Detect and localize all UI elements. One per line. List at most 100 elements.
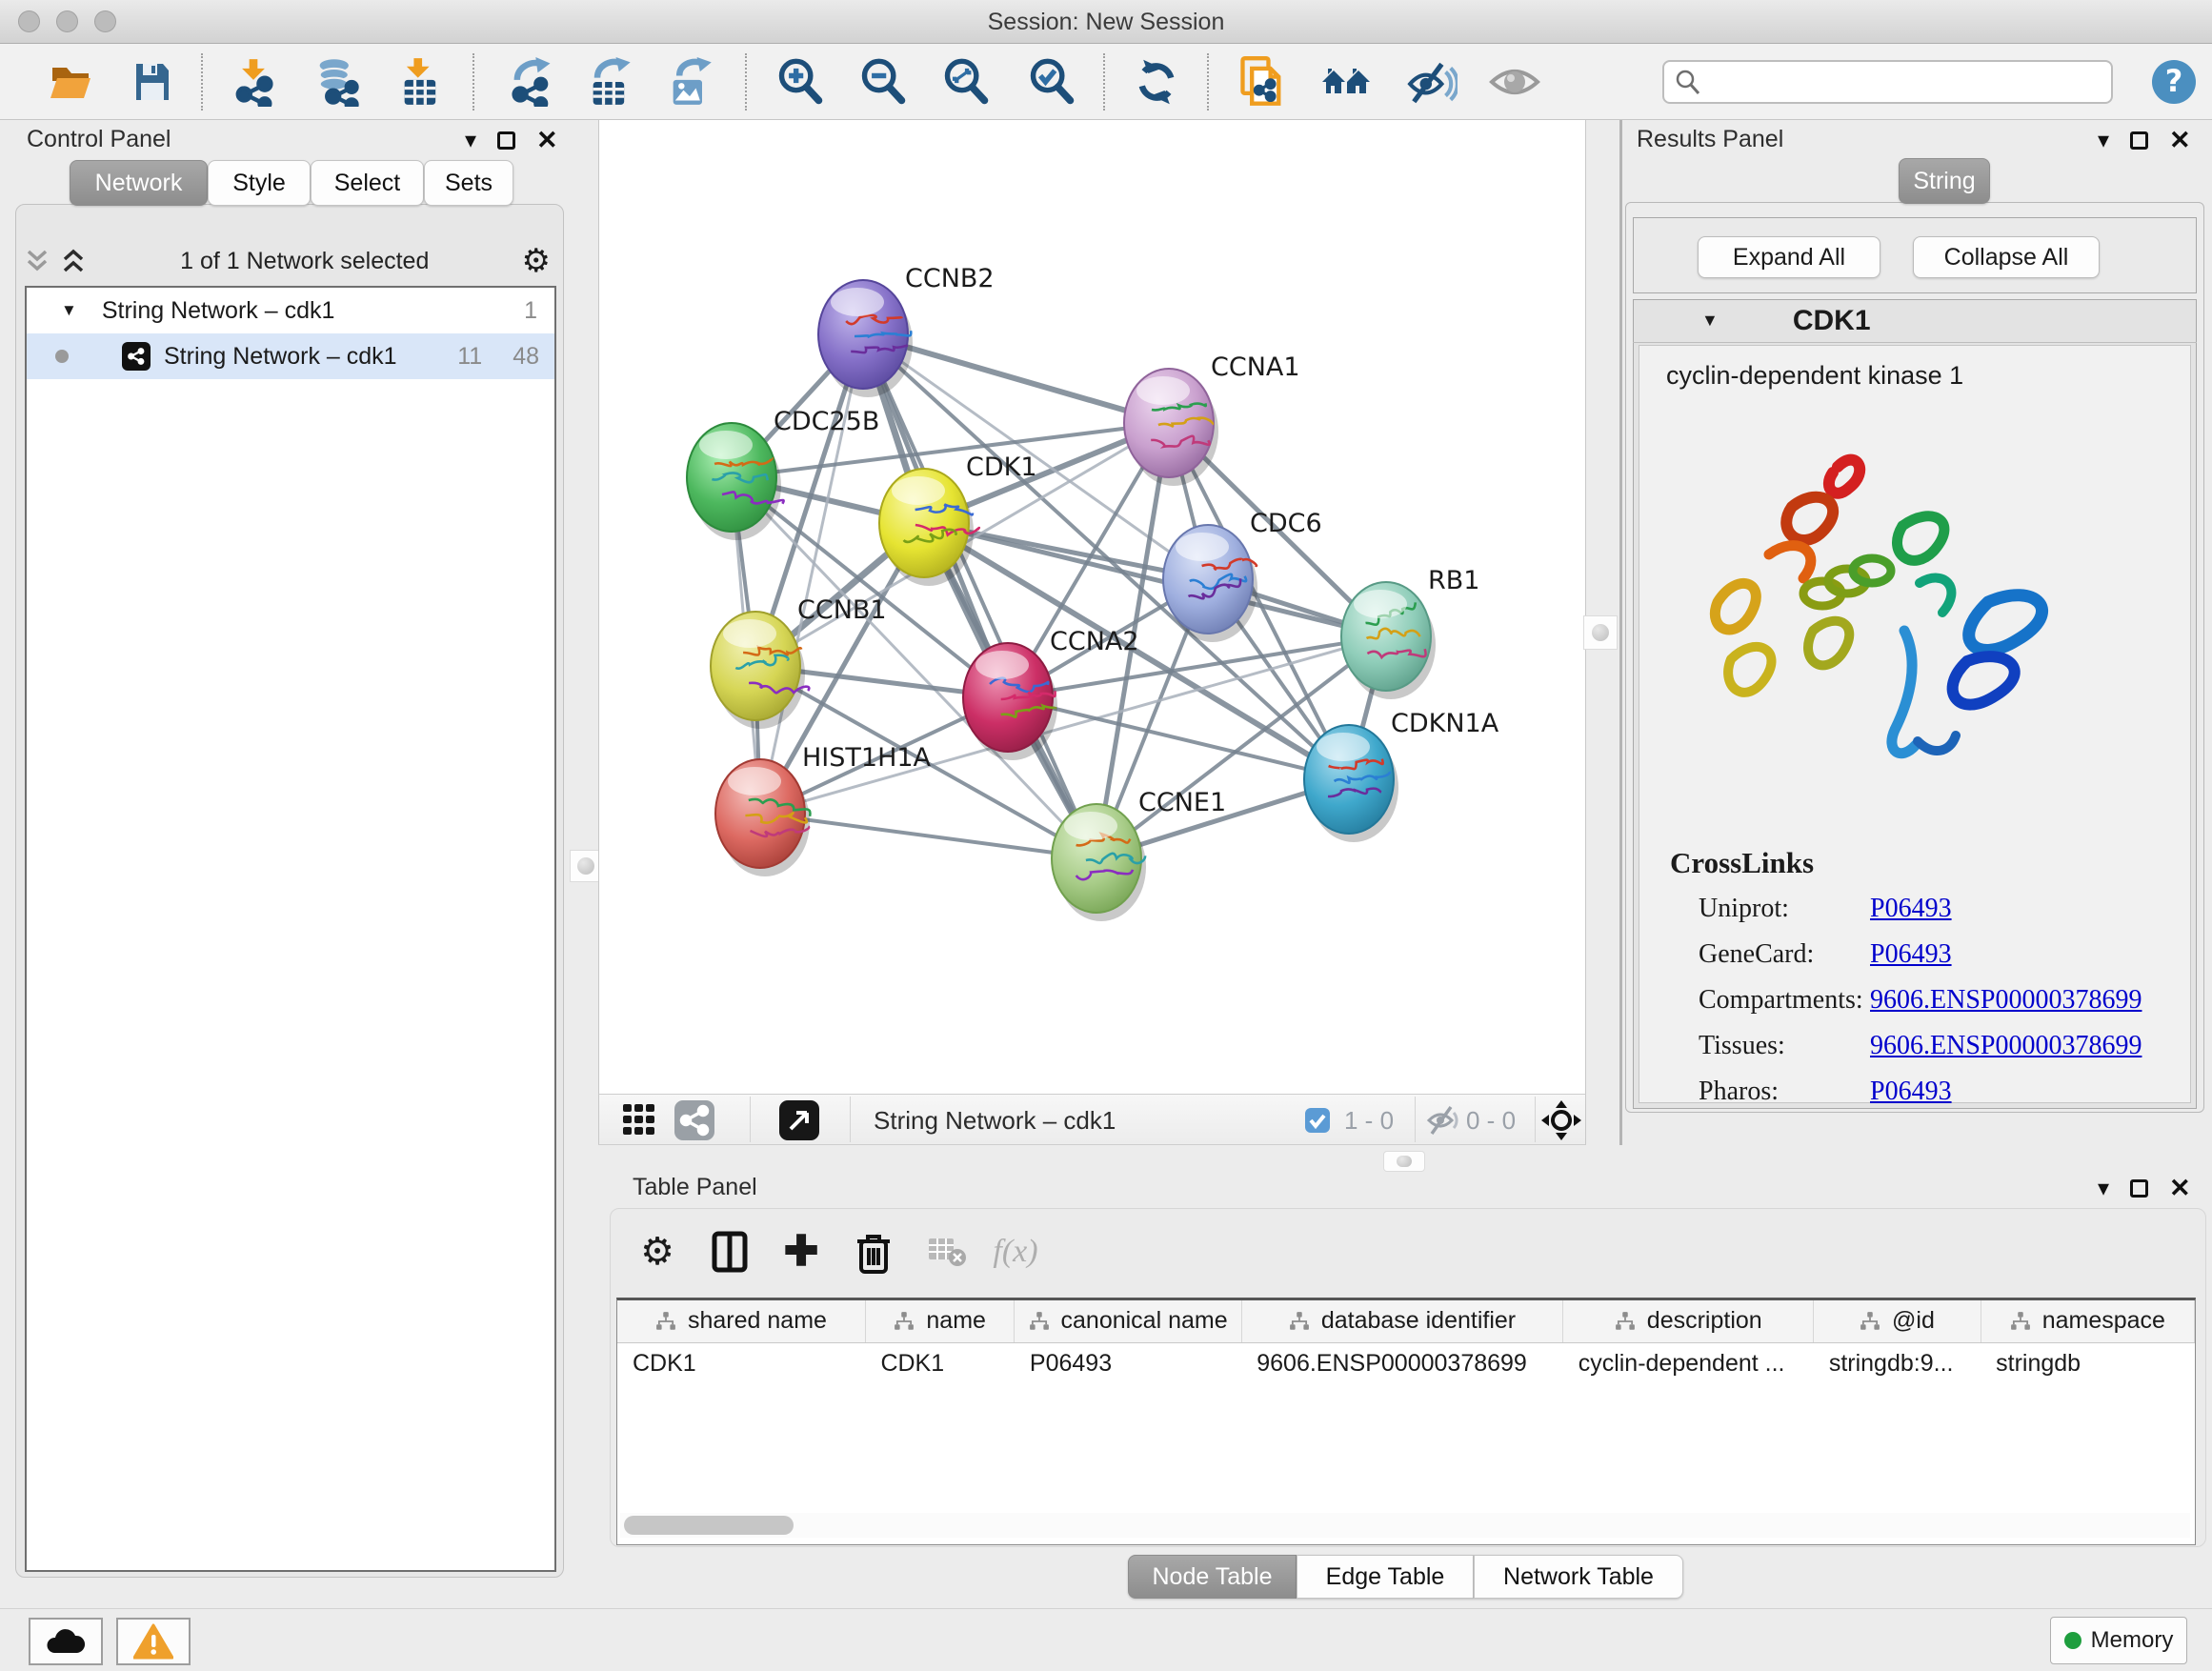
network-node-CCNA1[interactable] (1124, 369, 1218, 486)
save-session-button[interactable] (126, 57, 179, 107)
network-overview-share-button[interactable] (672, 1098, 717, 1142)
results-splitter[interactable] (1619, 120, 1622, 1145)
export-table-button[interactable] (583, 57, 636, 107)
column-header-canonical-name[interactable]: canonical name (1015, 1300, 1241, 1342)
export-network-file-button[interactable] (505, 57, 558, 107)
network-row-selected[interactable]: String Network – cdk1 11 48 (27, 333, 554, 379)
column-header--id[interactable]: @id (1814, 1300, 1981, 1342)
delete-table-button[interactable] (922, 1229, 972, 1275)
panel-float-icon[interactable] (2130, 1179, 2148, 1198)
table-options-button[interactable]: ⚙ (633, 1229, 682, 1275)
memory-button[interactable]: Memory (2050, 1617, 2187, 1664)
network-node-HIST1H1A[interactable] (715, 759, 810, 876)
copy-document-share-icon (1237, 56, 1287, 108)
panel-collapse-icon[interactable]: ▾ (465, 127, 476, 154)
crosslink-link[interactable]: P06493 (1870, 1077, 1952, 1107)
zoom-fit-button[interactable] (939, 57, 993, 107)
tab-sets[interactable]: Sets (424, 160, 513, 206)
cdk1-section-header[interactable]: ▼ CDK1 (1633, 299, 2197, 343)
panel-close-icon[interactable]: ✕ (2169, 1174, 2191, 1203)
network-node-RB1[interactable] (1341, 582, 1436, 699)
birdseye-view-button[interactable] (776, 1098, 822, 1142)
tab-network[interactable]: Network (70, 160, 208, 206)
expand-all-icon[interactable] (59, 248, 88, 274)
zoom-in-button[interactable] (774, 57, 827, 107)
table-cell[interactable]: CDK1 (865, 1342, 1014, 1384)
clone-network-button[interactable] (1236, 57, 1289, 107)
refresh-view-button[interactable] (1130, 57, 1183, 107)
column-header-database-identifier[interactable]: database identifier (1241, 1300, 1562, 1342)
network-node-CDKN1A[interactable] (1304, 725, 1398, 842)
search-input[interactable] (1702, 69, 2111, 95)
export-image-button[interactable] (663, 57, 716, 107)
selected-checkbox[interactable] (1304, 1107, 1331, 1134)
delete-column-button[interactable] (849, 1229, 898, 1275)
tab-style[interactable]: Style (208, 160, 311, 206)
collapse-all-icon[interactable] (23, 248, 51, 274)
collapse-all-button[interactable]: Collapse All (1913, 236, 2100, 278)
tab-select[interactable]: Select (311, 160, 424, 206)
network-collection-row[interactable]: ▼ String Network – cdk1 1 (27, 288, 554, 333)
tab-string-results[interactable]: String (1899, 158, 1990, 204)
column-header-namespace[interactable]: namespace (1981, 1300, 2194, 1342)
table-cell[interactable]: cyclin-dependent ... (1563, 1342, 1814, 1384)
section-collapse-icon[interactable]: ▼ (1701, 311, 1719, 331)
panel-collapse-icon[interactable]: ▾ (2098, 127, 2109, 154)
column-header-shared-name[interactable]: shared name (617, 1300, 865, 1342)
crosslink-link[interactable]: 9606.ENSP00000378699 (1870, 985, 2142, 1016)
crosslink-link[interactable]: 9606.ENSP00000378699 (1870, 1031, 2142, 1061)
network-edge[interactable] (760, 814, 1096, 858)
panel-float-icon[interactable] (497, 131, 515, 150)
import-table-button[interactable] (394, 57, 448, 107)
import-network-file-button[interactable] (227, 57, 280, 107)
zoom-out-button[interactable] (856, 57, 910, 107)
create-column-button[interactable]: ✚ (776, 1229, 826, 1275)
fit-content-button[interactable] (1538, 1098, 1584, 1142)
table-horizontal-scrollbar[interactable] (620, 1513, 2190, 1538)
show-all-button[interactable] (1488, 57, 1541, 107)
expand-all-button[interactable]: Expand All (1698, 236, 1880, 278)
table-cell[interactable]: stringdb:9... (1814, 1342, 1981, 1384)
network-node-CCNE1[interactable] (1052, 804, 1146, 921)
table-row[interactable]: CDK1CDK1P064939606.ENSP00000378699cyclin… (617, 1342, 2195, 1384)
show-grid-button[interactable] (616, 1098, 662, 1142)
crosslink-link[interactable]: P06493 (1870, 894, 1952, 924)
network-view-canvas[interactable]: CCNB2CCNA1CDC25BCDK1CDC6RB1CCNB1CCNA2CDK… (598, 120, 1586, 1094)
table-cell[interactable]: stringdb (1981, 1342, 2194, 1384)
column-header-description[interactable]: description (1563, 1300, 1814, 1342)
network-edge[interactable] (863, 334, 1096, 858)
tab-node-table[interactable]: Node Table (1128, 1555, 1297, 1599)
panel-collapse-icon[interactable]: ▾ (2098, 1175, 2109, 1202)
home-layout-button[interactable] (1320, 57, 1374, 107)
show-columns-button[interactable] (705, 1229, 754, 1275)
right-splitter-handle[interactable] (1583, 615, 1618, 650)
apply-function-button[interactable]: f(x) (991, 1229, 1040, 1275)
import-network-database-button[interactable] (311, 57, 364, 107)
cloud-status-button[interactable] (29, 1618, 103, 1665)
tree-expand-icon[interactable]: ▼ (61, 301, 77, 320)
crosslink-link[interactable]: P06493 (1870, 939, 1952, 970)
network-node-CDK1[interactable] (879, 469, 979, 586)
panel-close-icon[interactable]: ✕ (536, 126, 558, 155)
table-splitter-handle[interactable] (1383, 1151, 1425, 1172)
toolbar-search-field[interactable] (1662, 60, 2113, 104)
help-button[interactable]: ? (2147, 57, 2201, 107)
open-session-button[interactable] (44, 57, 97, 107)
network-node-CDC25B[interactable] (687, 423, 784, 540)
tab-network-table[interactable]: Network Table (1474, 1555, 1683, 1599)
table-cell[interactable]: P06493 (1015, 1342, 1241, 1384)
panel-close-icon[interactable]: ✕ (2169, 126, 2191, 155)
zoom-selected-button[interactable] (1025, 57, 1078, 107)
scrollbar-thumb[interactable] (624, 1516, 794, 1535)
left-splitter-handle[interactable] (570, 850, 602, 882)
network-node-CCNA2[interactable] (963, 643, 1057, 760)
network-node-CCNB2[interactable] (818, 280, 913, 397)
panel-float-icon[interactable] (2130, 131, 2148, 150)
warnings-button[interactable] (116, 1618, 191, 1665)
hide-selected-button[interactable] (1405, 57, 1458, 107)
table-cell[interactable]: 9606.ENSP00000378699 (1241, 1342, 1562, 1384)
network-options-gear-icon[interactable]: ⚙ (522, 242, 551, 280)
column-header-name[interactable]: name (865, 1300, 1014, 1342)
table-cell[interactable]: CDK1 (617, 1342, 865, 1384)
tab-edge-table[interactable]: Edge Table (1297, 1555, 1474, 1599)
